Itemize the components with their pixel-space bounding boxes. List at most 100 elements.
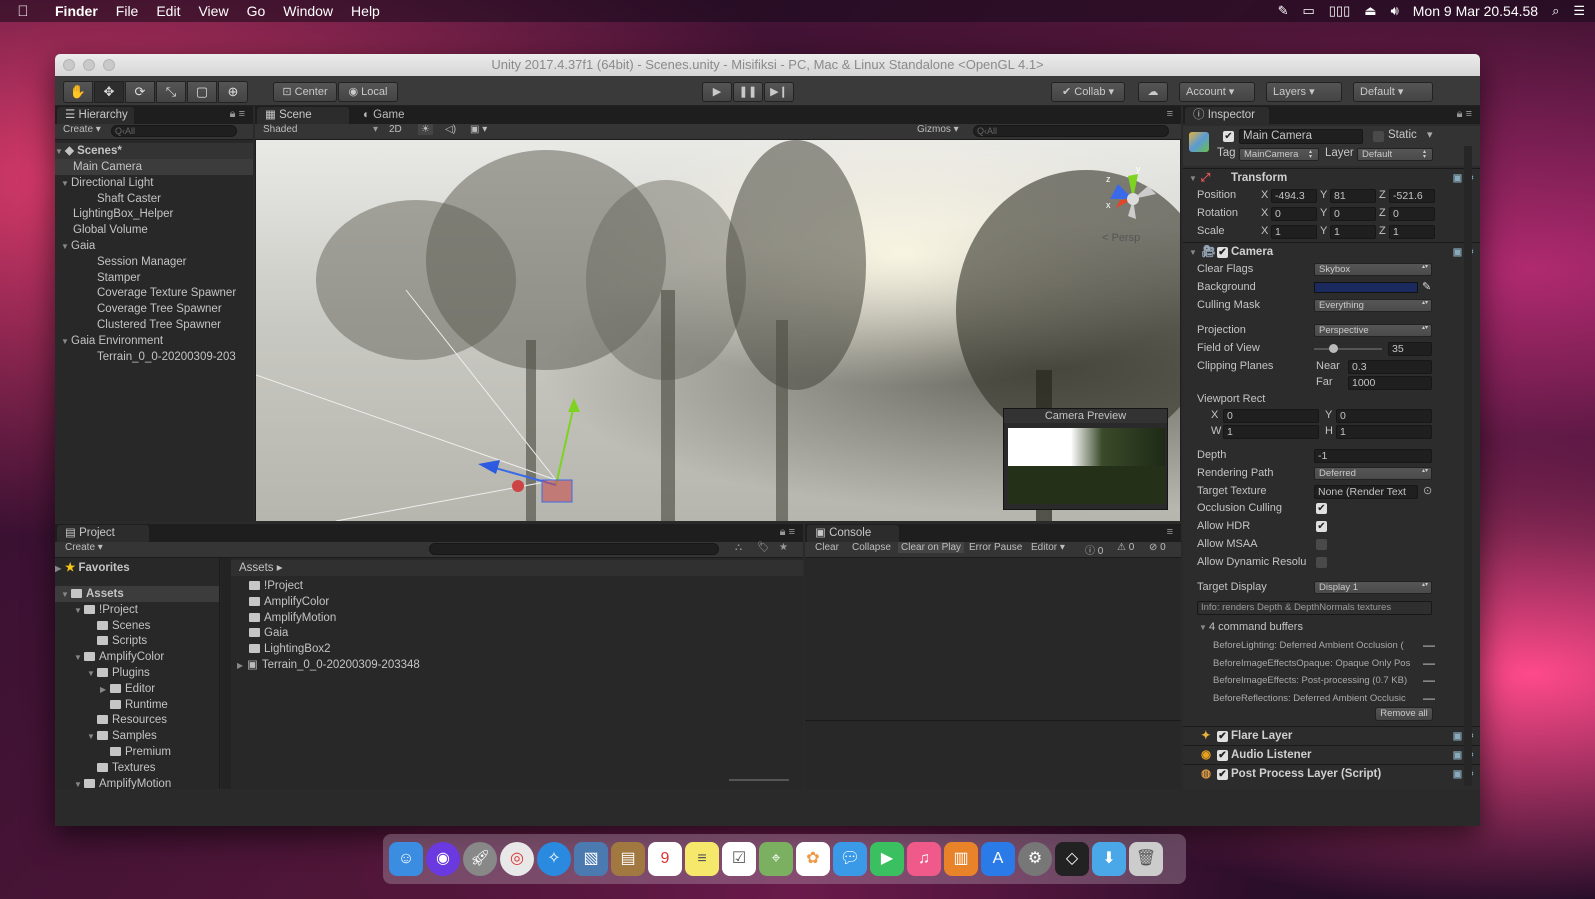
project-tree-scrollbar[interactable] [221, 558, 231, 789]
favorite-star-icon[interactable]: ★ [779, 542, 788, 553]
scene-search-input[interactable]: Q‹All [973, 125, 1169, 137]
orientation-gizmo[interactable]: y z x [1098, 164, 1168, 234]
scene-panel-menu-icon[interactable]: ≡ [1167, 108, 1173, 120]
hierarchy-item[interactable]: Coverage Texture Spawner [55, 285, 253, 301]
viewport-w-input[interactable]: 1 [1223, 425, 1319, 439]
minimize-window-button[interactable] [83, 59, 95, 71]
launchpad-icon[interactable]: 🚀︎ [463, 842, 497, 876]
expand-arrow-icon[interactable]: ▼ [87, 666, 97, 682]
calendar-icon[interactable]: 9 [648, 842, 682, 876]
expand-arrow-icon[interactable]: ▼ [61, 239, 71, 255]
projection-dropdown[interactable]: Perspective [1314, 324, 1432, 337]
trash-icon[interactable]: 🗑︎ [1129, 842, 1163, 876]
airplay-icon[interactable]: ⏏ [1364, 3, 1376, 19]
asset-item[interactable]: Gaia [231, 625, 803, 641]
pen-icon[interactable]: ✎ [1278, 3, 1289, 19]
command-buffers-title[interactable]: 4 command buffers [1209, 619, 1303, 636]
step-button[interactable]: ▶❙ [764, 82, 794, 102]
layout-dropdown[interactable]: Default ▾ [1353, 82, 1433, 102]
gizmos-dropdown[interactable]: Gizmos ▾ [917, 124, 959, 135]
tab-game[interactable]: ◐ Game [355, 107, 435, 124]
tag-dropdown[interactable]: MainCamera [1239, 148, 1319, 161]
hierarchy-item[interactable]: Shaft Caster [55, 191, 253, 207]
project-tree-item[interactable]: Premium [55, 744, 219, 760]
display-icon[interactable]: ▭ [1303, 3, 1315, 19]
msaa-checkbox[interactable] [1316, 539, 1327, 550]
apple-icon[interactable]:  [0, 3, 46, 20]
tab-inspector[interactable]: ⓘ Inspector [1185, 107, 1269, 124]
console-clear-button[interactable]: Clear [815, 542, 839, 553]
favorites-item[interactable]: ▶ ★ Favorites [55, 560, 219, 576]
account-dropdown[interactable]: Account ▾ [1179, 82, 1255, 102]
fov-slider-track[interactable] [1314, 344, 1382, 353]
expand-arrow-icon[interactable]: ▼ [61, 334, 71, 350]
itunes-icon[interactable]: ♫ [907, 842, 941, 876]
position-x-input[interactable]: -494.3 [1271, 189, 1317, 203]
remove-all-button[interactable]: Remove all [1375, 707, 1433, 721]
asset-item[interactable]: AmplifyColor [231, 594, 803, 610]
menu-file[interactable]: File [107, 3, 148, 19]
filter-label-icon[interactable]: 🏷︎ [757, 542, 770, 553]
project-tree-item[interactable]: Resources [55, 712, 219, 728]
project-tree-item[interactable]: ▼ Assets [55, 586, 219, 602]
rect-tool-icon[interactable]: ▢ [187, 81, 217, 103]
log-count[interactable]: ⓘ 0 [1085, 542, 1103, 557]
pause-button[interactable]: ❚❚ [733, 82, 763, 102]
inspector-menu-icon[interactable]: 🔒︎ ≡ [1457, 108, 1472, 121]
audio-toggle-icon[interactable]: ◁) [445, 124, 456, 135]
project-tree-item[interactable]: ▼ AmplifyMotion [55, 776, 219, 789]
expand-arrow-icon[interactable]: ▼ [61, 587, 71, 603]
icon-size-slider[interactable] [729, 779, 789, 781]
cloud-icon[interactable]: ☁ [1138, 82, 1168, 102]
static-checkbox[interactable] [1373, 131, 1384, 142]
rotation-x-input[interactable]: 0 [1271, 207, 1317, 221]
perspective-label[interactable]: < Persp [1102, 232, 1140, 244]
system-preferences-icon[interactable]: ⚙ [1018, 842, 1052, 876]
preview-icon[interactable]: ▧ [574, 842, 608, 876]
finder-icon[interactable]: ☺ [389, 842, 423, 876]
zoom-window-button[interactable] [103, 59, 115, 71]
component-enabled-checkbox[interactable]: ✔ [1217, 750, 1228, 761]
dynres-checkbox[interactable] [1316, 557, 1327, 568]
spotlight-search-icon[interactable]: ⌕ [1552, 3, 1559, 19]
volume-icon[interactable]: 🔊︎ [1391, 3, 1399, 19]
project-tree-item[interactable]: Runtime [55, 697, 219, 713]
hierarchy-search-input[interactable]: Q‹All [111, 125, 237, 137]
collapse-arrow-icon[interactable]: ▼ [1189, 243, 1197, 262]
occlusion-checkbox[interactable]: ✔ [1316, 503, 1327, 514]
warning-count[interactable]: ⚠ 0 [1117, 542, 1134, 553]
position-z-input[interactable]: -521.6 [1389, 189, 1435, 203]
inspector-scrollbar[interactable] [1464, 146, 1472, 786]
layer-dropdown[interactable]: Default [1357, 148, 1433, 161]
chrome-icon[interactable]: ◎ [500, 842, 534, 876]
hierarchy-item[interactable]: Coverage Tree Spawner [55, 301, 253, 317]
expand-arrow-icon[interactable]: ▶ [237, 658, 247, 674]
facetime-icon[interactable]: ▶ [870, 842, 904, 876]
books-icon[interactable]: ▥ [944, 842, 978, 876]
expand-arrow-icon[interactable]: ▼ [74, 777, 84, 789]
active-checkbox[interactable]: ✔ [1223, 131, 1234, 142]
safari-icon[interactable]: ✧ [537, 842, 571, 876]
scene-viewport[interactable]: y z x < Persp Camera Preview [256, 140, 1180, 521]
component-enabled-checkbox[interactable]: ✔ [1217, 769, 1228, 780]
remove-buffer-icon[interactable]: — [1423, 672, 1435, 689]
menu-view[interactable]: View [189, 3, 237, 19]
asset-item[interactable]: ▶ ▣ Terrain_0_0-20200309-203348 [231, 657, 803, 673]
remove-buffer-icon[interactable]: — [1423, 690, 1435, 707]
project-tree-item[interactable]: Scripts [55, 633, 219, 649]
object-picker-icon[interactable]: ⊙ [1423, 483, 1432, 500]
unity-icon[interactable]: ◇ [1055, 842, 1089, 876]
scale-z-input[interactable]: 1 [1389, 225, 1435, 239]
culling-mask-dropdown[interactable]: Everything [1314, 299, 1432, 312]
notification-center-icon[interactable]: ☰ [1573, 3, 1585, 19]
rotation-y-input[interactable]: 0 [1330, 207, 1376, 221]
viewport-x-input[interactable]: 0 [1223, 409, 1319, 423]
target-display-dropdown[interactable]: Display 1 [1314, 581, 1432, 594]
hierarchy-item[interactable]: LightingBox_Helper [55, 206, 253, 222]
reminders-icon[interactable]: ☑ [722, 842, 756, 876]
panel-menu-icon[interactable]: 🔒︎ ≡ [230, 108, 245, 121]
expand-arrow-icon[interactable]: ▼ [74, 603, 84, 619]
component-header[interactable]: ◍✔Post Process Layer (Script)▣ ⚙ [1183, 764, 1480, 783]
console-clear-on-play-button[interactable]: Clear on Play [898, 542, 965, 553]
photos-icon[interactable]: ✿ [796, 842, 830, 876]
